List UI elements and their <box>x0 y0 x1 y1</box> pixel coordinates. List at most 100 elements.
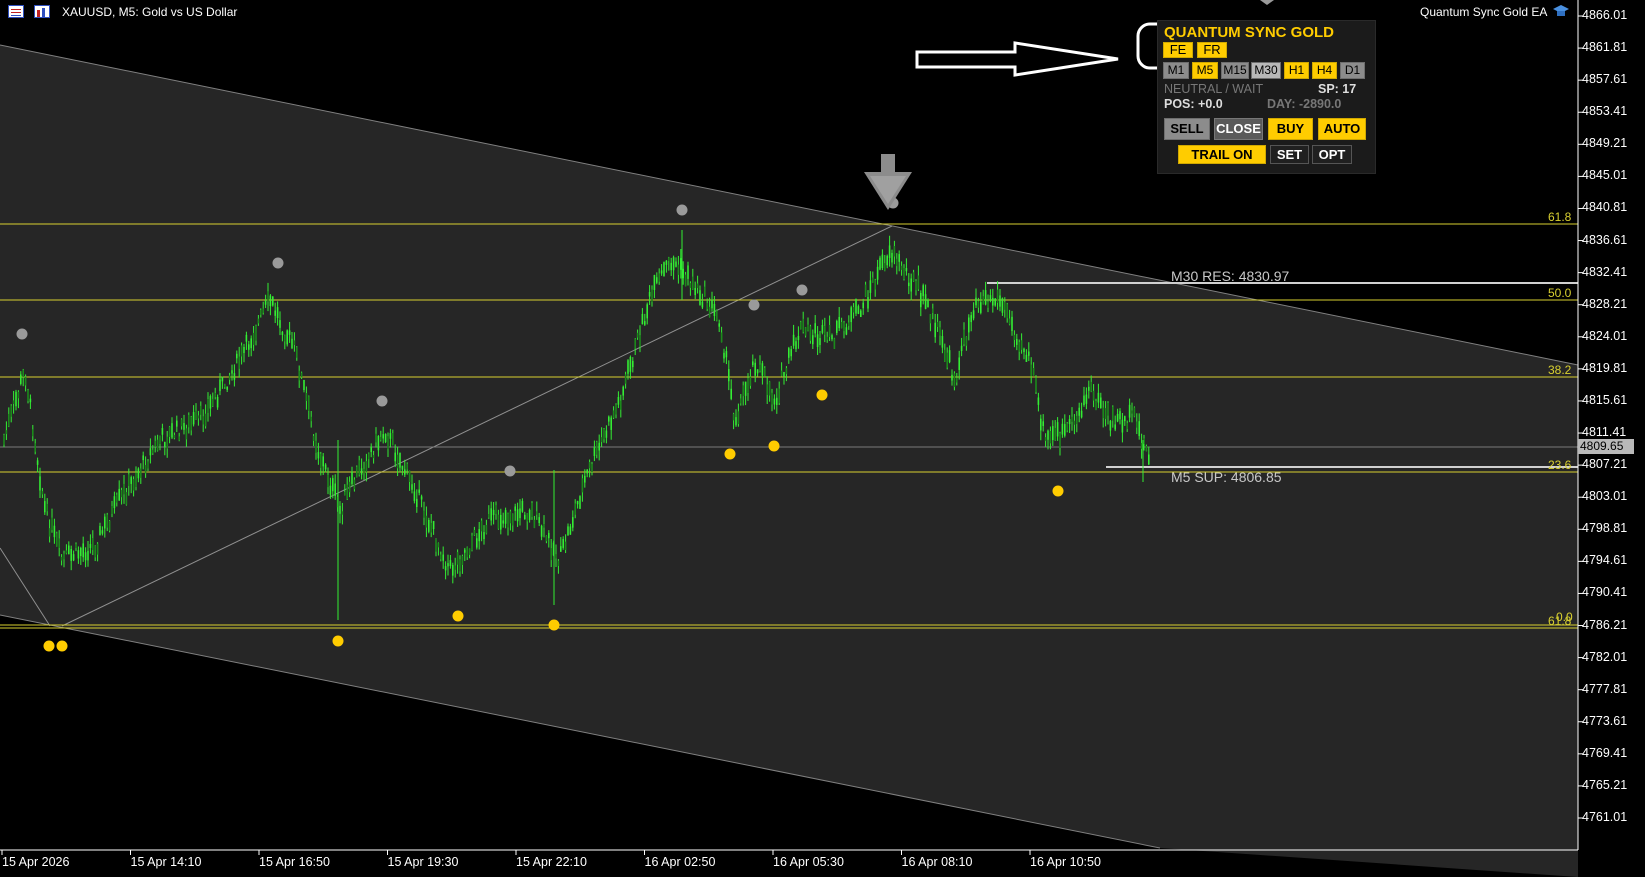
chart-window-icon[interactable] <box>8 5 24 18</box>
candle-body <box>360 468 363 475</box>
candle-body <box>492 509 495 516</box>
fe-button[interactable]: FE <box>1163 42 1193 58</box>
price-axis-label: 4798.81 <box>1582 521 1628 536</box>
candle-body <box>123 483 125 495</box>
candle-body <box>1066 423 1068 431</box>
candle-body <box>240 345 243 357</box>
tf-button-h1[interactable]: H1 <box>1284 62 1309 79</box>
candle-body <box>324 464 327 470</box>
candle-body <box>610 417 612 430</box>
tf-button-m5[interactable]: M5 <box>1192 62 1218 79</box>
swing-high-dot <box>796 284 808 296</box>
sell-button[interactable]: SELL <box>1164 118 1210 140</box>
set-button[interactable]: SET <box>1270 145 1309 164</box>
candle-body <box>824 325 826 335</box>
candle-body <box>622 386 624 396</box>
buy-button[interactable]: BUY <box>1268 118 1313 140</box>
candle-body <box>838 316 840 329</box>
candle-body <box>699 290 701 305</box>
tf-button-m30[interactable]: M30 <box>1251 62 1281 79</box>
candle-body <box>596 442 598 455</box>
candle-body <box>924 294 927 309</box>
time-axis-label: 16 Apr 02:50 <box>644 855 716 869</box>
candle-body <box>723 352 725 359</box>
candle-body <box>958 357 960 370</box>
opt-button[interactable]: OPT <box>1312 145 1352 164</box>
candle-body <box>1092 390 1095 401</box>
chart-bars-icon[interactable] <box>34 5 50 18</box>
candle-body <box>468 548 471 555</box>
candle-body <box>648 291 651 297</box>
candle-body <box>1047 430 1049 440</box>
candle-body <box>773 398 776 405</box>
candle-body <box>1020 340 1023 350</box>
candle-body <box>984 290 987 305</box>
candle-body <box>147 461 149 469</box>
candle-body <box>80 547 82 556</box>
candle-body <box>212 398 214 406</box>
candle-body <box>862 302 864 309</box>
tf-button-d1[interactable]: D1 <box>1340 62 1365 79</box>
close-button[interactable]: CLOSE <box>1214 118 1263 140</box>
candle-body <box>761 363 764 376</box>
candle-body <box>912 272 915 282</box>
candle-body <box>449 560 452 567</box>
candle-body <box>267 291 269 302</box>
candle-body <box>545 535 548 542</box>
candle-body <box>826 336 828 340</box>
candle-body <box>60 556 63 561</box>
fr-button[interactable]: FR <box>1197 42 1227 58</box>
candle-body <box>255 325 257 341</box>
candle-body <box>682 268 684 279</box>
candle-body <box>308 396 310 411</box>
candle-body <box>881 254 884 268</box>
candle-body <box>173 434 176 439</box>
candle-body <box>634 339 636 349</box>
candle-body <box>922 285 924 297</box>
candle-body <box>598 442 600 451</box>
candle-body <box>202 416 204 425</box>
candle-body <box>490 508 492 521</box>
candle-body <box>159 435 161 445</box>
candle-body <box>987 301 989 308</box>
price-chart[interactable] <box>0 0 1645 877</box>
candle-body <box>1076 415 1078 425</box>
candle-body <box>392 433 394 446</box>
candle-body <box>764 367 766 377</box>
candle-body <box>543 523 545 528</box>
candle-body <box>586 469 588 474</box>
auto-button[interactable]: AUTO <box>1318 118 1366 140</box>
candle-body <box>920 292 922 308</box>
swing-low-dot <box>56 640 68 652</box>
candle-body <box>526 513 528 522</box>
candle-body <box>396 454 399 469</box>
price-axis-label: 4769.41 <box>1582 745 1628 760</box>
candle-body <box>956 377 958 383</box>
trail-on-button[interactable]: TRAIL ON <box>1178 145 1266 164</box>
swing-low-dot <box>548 619 560 631</box>
ea-hat-icon[interactable] <box>1552 4 1570 18</box>
candle-body <box>425 515 428 528</box>
candle-body <box>720 332 723 343</box>
candle-body <box>245 334 248 342</box>
down-arrow-icon <box>864 154 912 210</box>
candle-body <box>802 318 804 332</box>
candle-body <box>850 307 852 323</box>
candle-body <box>452 565 454 576</box>
candle-body <box>836 320 838 333</box>
candle-body <box>1073 420 1076 425</box>
candle-body <box>1040 418 1042 431</box>
candle-body <box>1133 407 1136 417</box>
tf-button-m15[interactable]: M15 <box>1221 62 1249 79</box>
candle-body <box>89 544 92 548</box>
candle-body <box>644 321 646 325</box>
candle-body <box>303 379 305 391</box>
candle-body <box>483 532 485 540</box>
candle-body <box>348 481 351 493</box>
candle-body <box>855 298 857 314</box>
tf-button-m1[interactable]: M1 <box>1163 62 1189 79</box>
candle-body <box>77 550 80 559</box>
candle-body <box>365 461 368 473</box>
candle-body <box>1102 407 1104 419</box>
tf-button-h4[interactable]: H4 <box>1312 62 1337 79</box>
